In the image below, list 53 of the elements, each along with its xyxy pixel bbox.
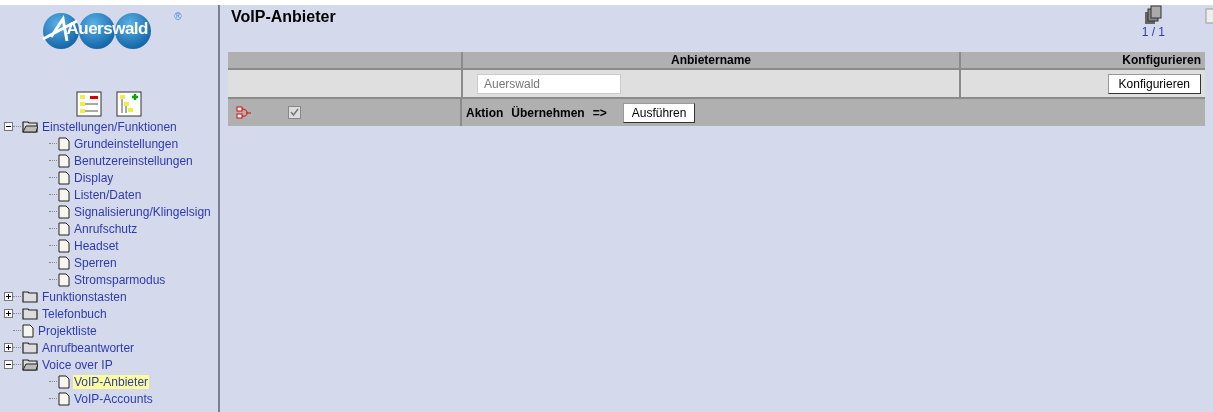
expander-icon[interactable]	[4, 360, 13, 369]
tree-item[interactable]: Listen/Daten	[73, 187, 143, 202]
tree-item[interactable]: Headset	[73, 238, 120, 253]
tree-item[interactable]: Grundeinstellungen	[73, 136, 180, 151]
tree-item[interactable]: Voice over IP	[41, 357, 114, 372]
pages-icon[interactable]	[1144, 5, 1163, 25]
folder-icon	[22, 120, 38, 133]
action-label: Aktion	[466, 105, 504, 120]
collapse-tree-icon[interactable]	[76, 91, 102, 117]
tree-item[interactable]: Projektliste	[37, 323, 98, 338]
page-counter: 1 / 1	[1141, 25, 1165, 39]
page-icon	[58, 187, 70, 202]
configure-button[interactable]: Konfigurieren	[1107, 73, 1201, 94]
tree-item[interactable]: Display	[73, 170, 115, 185]
folder-icon	[22, 307, 38, 320]
tree-item[interactable]: Telefonbuch	[41, 306, 108, 321]
tree-item[interactable]: Stromsparmodus	[73, 272, 167, 287]
page-icon	[58, 391, 70, 406]
page-icon	[58, 170, 70, 185]
tree-item[interactable]: Signalisierung/Klingelsign	[73, 204, 212, 219]
page-icon	[58, 136, 70, 151]
tree-item[interactable]: Einstellungen/Funktionen	[41, 119, 178, 134]
folder-icon	[22, 358, 38, 371]
page-icon	[58, 238, 70, 253]
expander-icon[interactable]	[4, 309, 13, 318]
provider-name-field[interactable]: Auerswald	[477, 73, 621, 94]
page-icon	[58, 204, 70, 219]
tree-item[interactable]: Anrufschutz	[73, 221, 139, 236]
page-icon	[58, 272, 70, 287]
expander-icon[interactable]	[4, 122, 13, 131]
expander-icon[interactable]	[4, 292, 13, 301]
arrow-label: =>	[592, 105, 607, 120]
folder-icon	[22, 290, 38, 303]
column-header: Konfigurieren	[960, 52, 1205, 69]
page-icon	[58, 221, 70, 236]
folder-icon	[22, 341, 38, 354]
apply-selected-icon[interactable]	[236, 105, 252, 120]
column-header: Anbietername	[462, 52, 960, 69]
tree-item[interactable]: Anrufbeantworter	[41, 340, 136, 355]
tree-item[interactable]: Sperren	[73, 255, 118, 270]
tree-item[interactable]: Benutzereinstellungen	[73, 153, 194, 168]
page-icon	[58, 374, 70, 389]
page-icon	[58, 153, 70, 168]
tree-item[interactable]: VoIP-Accounts	[73, 391, 154, 406]
expand-tree-icon[interactable]	[116, 91, 142, 117]
page-title: VoIP-Anbieter	[230, 7, 337, 27]
operation-label: Übernehmen	[511, 105, 585, 120]
expander-icon[interactable]	[4, 343, 13, 352]
page-icon	[58, 255, 70, 270]
page-icon	[22, 323, 34, 338]
tree-item[interactable]: Funktionstasten	[41, 289, 128, 304]
tree-item[interactable]: VoIP-Anbieter	[73, 374, 150, 389]
logo: Auerswald ®	[36, 11, 182, 53]
